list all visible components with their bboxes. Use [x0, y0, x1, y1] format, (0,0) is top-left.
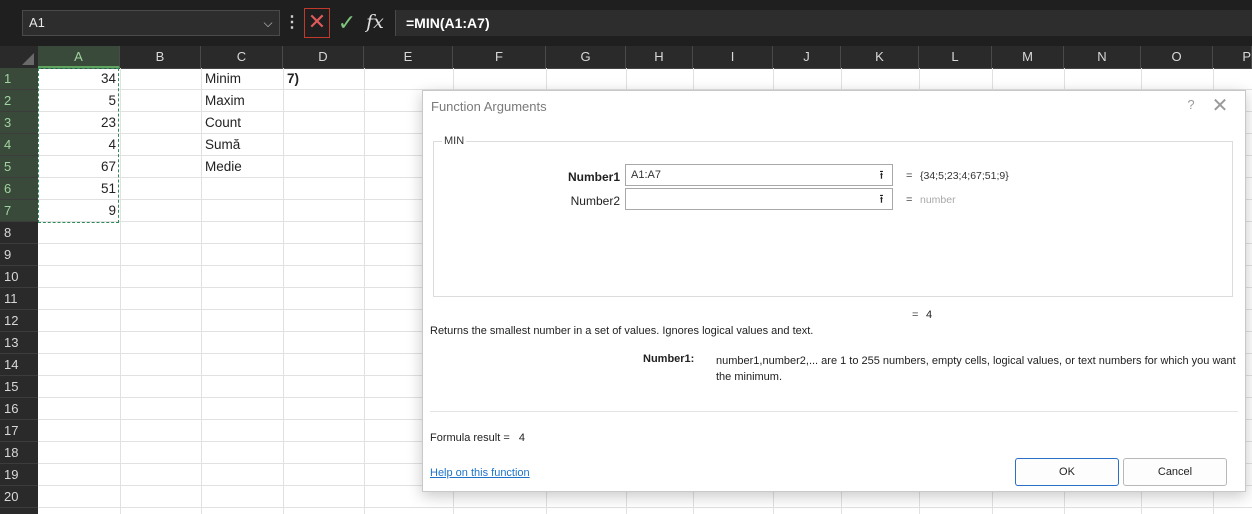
column-header[interactable]: M — [992, 46, 1064, 68]
row-header[interactable]: 15 — [0, 376, 38, 398]
number2-input[interactable] — [625, 188, 893, 210]
row-header[interactable]: 12 — [0, 310, 38, 332]
column-header[interactable]: A — [38, 46, 120, 68]
column-header[interactable]: H — [626, 46, 693, 68]
insert-function-icon[interactable]: fx — [362, 8, 388, 38]
function-arguments-dialog: Function Arguments ? ✕ MIN Number1 A1:A7… — [422, 90, 1246, 492]
column-header[interactable]: G — [546, 46, 626, 68]
cell-c1[interactable]: Minim — [201, 68, 283, 90]
formula-bar: A1 ⌵ ⋮ ✕ ✓ fx =MIN(A1:A7) — [0, 0, 1252, 46]
copy-selection-marquee — [38, 68, 119, 223]
name-box[interactable]: A1 — [22, 10, 280, 36]
dialog-title[interactable]: Function Arguments — [431, 99, 547, 114]
row-header[interactable]: 14 — [0, 354, 38, 376]
argument-help-label: Number1: — [643, 353, 695, 365]
row-header[interactable]: 4 — [0, 134, 38, 156]
result-equals: = — [912, 309, 919, 321]
cancel-button[interactable]: Cancel — [1123, 458, 1227, 486]
row-headers: 1 2 3 4 5 6 7 8 9 10 11 12 13 14 15 16 1… — [0, 68, 38, 514]
row-header[interactable]: 1 — [0, 68, 38, 90]
formula-result-label: Formula result = — [430, 432, 510, 444]
row-header[interactable]: 16 — [0, 398, 38, 420]
collapse-dialog-icon[interactable]: ⭱ — [871, 164, 893, 186]
formula-buttons: ✕ ✓ fx — [304, 8, 390, 38]
cell-c4[interactable]: Sumă — [201, 134, 283, 156]
column-header[interactable]: B — [120, 46, 201, 68]
function-result: 4 — [926, 309, 933, 321]
number1-label: Number1 — [567, 170, 620, 184]
divider — [430, 411, 1238, 412]
column-header[interactable]: I — [693, 46, 773, 68]
help-on-this-function-link[interactable]: Help on this function — [430, 467, 530, 479]
column-header[interactable]: J — [773, 46, 841, 68]
column-header[interactable]: F — [453, 46, 546, 68]
column-headers: A B C D E F G H I J K L M N O P — [0, 46, 1252, 69]
checkmark-icon[interactable]: ✓ — [334, 8, 360, 38]
formula-result: Formula result = 4 — [430, 432, 525, 444]
row-header[interactable]: 13 — [0, 332, 38, 354]
select-all-button[interactable] — [0, 46, 38, 68]
row-header[interactable]: 8 — [0, 222, 38, 244]
column-header[interactable]: K — [841, 46, 919, 68]
argument-help-text: number1,number2,... are 1 to 255 numbers… — [716, 355, 1236, 383]
collapse-dialog-icon[interactable]: ⭱ — [871, 188, 893, 210]
number1-result: {34;5;23;4;67;51;9} — [920, 170, 1009, 182]
number2-equals: = — [906, 194, 913, 206]
number2-result: number — [920, 194, 956, 206]
column-header[interactable]: N — [1064, 46, 1141, 68]
row-header[interactable]: 10 — [0, 266, 38, 288]
function-description: Returns the smallest number in a set of … — [430, 325, 814, 337]
row-header[interactable]: 6 — [0, 178, 38, 200]
row-header[interactable]: 11 — [0, 288, 38, 310]
ok-button[interactable]: OK — [1015, 458, 1119, 486]
row-header[interactable]: 3 — [0, 112, 38, 134]
row-header[interactable]: 2 — [0, 90, 38, 112]
column-header[interactable]: L — [919, 46, 992, 68]
function-name: MIN — [442, 135, 467, 147]
number2-label: Number2 — [570, 194, 620, 208]
cross-icon[interactable]: ✕ — [304, 8, 330, 38]
row-header[interactable]: 20 — [0, 486, 38, 508]
row-header[interactable]: 5 — [0, 156, 38, 178]
row-header[interactable]: 18 — [0, 442, 38, 464]
formula-result-value: 4 — [518, 432, 525, 444]
row-header[interactable]: 7 — [0, 200, 38, 222]
column-header[interactable]: C — [201, 46, 283, 68]
cell-c2[interactable]: Maxim — [201, 90, 283, 112]
cell-c5[interactable]: Medie — [201, 156, 283, 178]
arguments-group: MIN Number1 A1:A7 ⭱ = {34;5;23;4;67;51;9… — [433, 135, 1233, 297]
chevron-down-icon[interactable]: ⌵ — [258, 10, 278, 36]
vertical-ellipsis-icon[interactable]: ⋮ — [284, 10, 300, 36]
number1-input[interactable]: A1:A7 — [625, 164, 893, 186]
column-header[interactable]: O — [1141, 46, 1213, 68]
cell-c3[interactable]: Count — [201, 112, 283, 134]
column-header[interactable]: P — [1213, 46, 1252, 68]
help-question-icon[interactable]: ? — [1183, 97, 1199, 112]
column-header[interactable]: E — [364, 46, 453, 68]
formula-input[interactable]: =MIN(A1:A7) — [395, 10, 1252, 36]
cell-d1[interactable]: 7) — [283, 68, 364, 90]
row-header[interactable]: 19 — [0, 464, 38, 486]
number1-equals: = — [906, 170, 913, 182]
column-header[interactable]: D — [283, 46, 364, 68]
close-icon[interactable]: ✕ — [1209, 93, 1231, 118]
row-header[interactable]: 17 — [0, 420, 38, 442]
row-header[interactable]: 9 — [0, 244, 38, 266]
